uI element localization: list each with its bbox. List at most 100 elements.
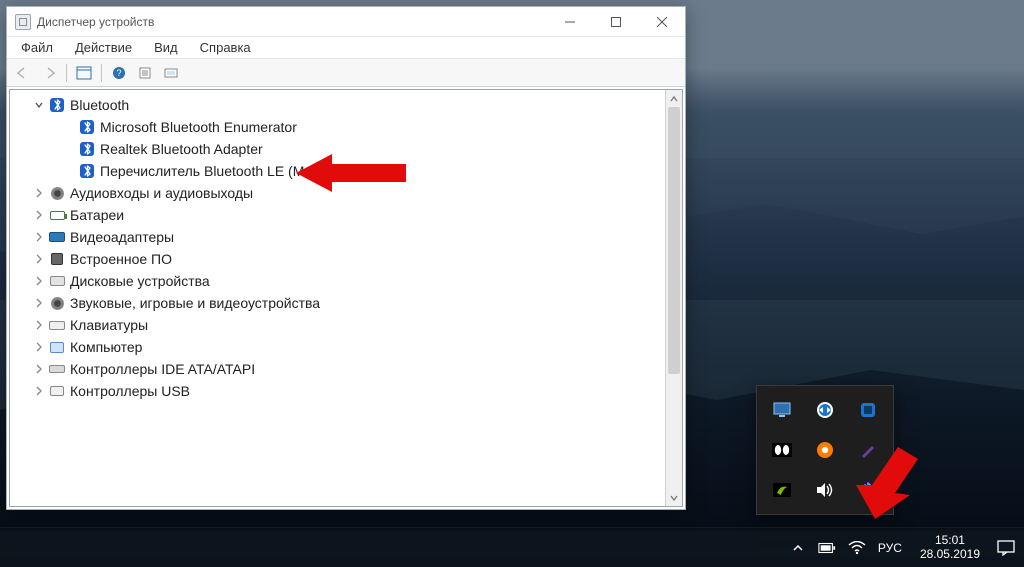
tree-node-batteries[interactable]: Батареи: [12, 204, 665, 226]
menu-file[interactable]: Файл: [17, 39, 57, 56]
toolbar-forward-button[interactable]: [37, 62, 61, 84]
app-icon: [15, 14, 31, 30]
keyboard-icon: [48, 317, 66, 333]
taskbar: РУС 15:01 28.05.2019: [0, 527, 1024, 567]
computer-icon: [48, 339, 66, 355]
chevron-down-icon[interactable]: [32, 98, 46, 112]
battery-status-icon[interactable]: [818, 540, 836, 556]
tree-label: Встроенное ПО: [70, 251, 172, 267]
tree-label: Звуковые, игровые и видеоустройства: [70, 295, 320, 311]
tree-node-disk-drives[interactable]: Дисковые устройства: [12, 270, 665, 292]
tree-label: Realtek Bluetooth Adapter: [100, 141, 263, 157]
tree-label: Аудиовходы и аудиовыходы: [70, 185, 253, 201]
menubar: Файл Действие Вид Справка: [7, 37, 685, 59]
bluetooth-icon: [48, 97, 66, 113]
maximize-button[interactable]: [593, 7, 639, 37]
minimize-button[interactable]: [547, 7, 593, 37]
chevron-right-icon[interactable]: [32, 208, 46, 222]
tree-node-computer[interactable]: Компьютер: [12, 336, 665, 358]
tree-label: Видеоадаптеры: [70, 229, 174, 245]
usb-icon: [48, 383, 66, 399]
tree-node-sound-game-video[interactable]: Звуковые, игровые и видеоустройства: [12, 292, 665, 314]
tree-leaf-realtek-adapter[interactable]: Realtek Bluetooth Adapter: [12, 138, 665, 160]
taskbar-clock[interactable]: 15:01 28.05.2019: [920, 534, 980, 562]
tray-teamviewer-icon[interactable]: [806, 392, 845, 428]
toolbar-help-button[interactable]: ?: [107, 62, 131, 84]
toolbar-show-hidden-button[interactable]: [72, 62, 96, 84]
menu-view[interactable]: Вид: [150, 39, 182, 56]
action-center-icon[interactable]: [996, 539, 1016, 557]
tree-node-audio-io[interactable]: Аудиовходы и аудиовыходы: [12, 182, 665, 204]
speaker-icon: [48, 295, 66, 311]
tree-label: Перечислитель Bluetooth LE (Майкрософт): [100, 163, 379, 179]
tree-leaf-bluetooth-le[interactable]: Перечислитель Bluetooth LE (Майкрософт): [12, 160, 665, 182]
tree-node-bluetooth[interactable]: Bluetooth: [12, 94, 665, 116]
chevron-right-icon[interactable]: [32, 318, 46, 332]
menu-action[interactable]: Действие: [71, 39, 136, 56]
tree-node-usb-controllers[interactable]: Контроллеры USB: [12, 380, 665, 402]
toolbar-divider: [66, 64, 67, 82]
tree-leaf-bluetooth-enumerator[interactable]: Microsoft Bluetooth Enumerator: [12, 116, 665, 138]
tray-monitor-icon[interactable]: [763, 392, 802, 428]
svg-text:?: ?: [116, 68, 121, 78]
tray-pen-icon[interactable]: [848, 432, 887, 468]
titlebar[interactable]: Диспетчер устройств: [7, 7, 685, 37]
tree-label: Microsoft Bluetooth Enumerator: [100, 119, 297, 135]
chevron-right-icon[interactable]: [32, 362, 46, 376]
chevron-right-icon[interactable]: [32, 274, 46, 288]
bluetooth-icon: [78, 163, 96, 179]
device-tree[interactable]: Bluetooth Microsoft Bluetooth Enumerator…: [10, 90, 665, 506]
gpu-icon: [48, 229, 66, 245]
tree-label: Батареи: [70, 207, 124, 223]
chevron-right-icon[interactable]: [32, 186, 46, 200]
toolbar-back-button[interactable]: [11, 62, 35, 84]
wifi-icon[interactable]: [848, 540, 866, 556]
chip-icon: [48, 251, 66, 267]
input-language-indicator[interactable]: РУС: [878, 541, 902, 555]
toolbar: ?: [7, 59, 685, 87]
tree-label: Дисковые устройства: [70, 273, 210, 289]
tray-dolby-icon[interactable]: [763, 432, 802, 468]
tree-node-keyboards[interactable]: Клавиатуры: [12, 314, 665, 336]
tree-label: Контроллеры USB: [70, 383, 190, 399]
device-manager-window: Диспетчер устройств Файл Действие Вид Сп…: [6, 6, 686, 510]
scrollbar-down-arrow-icon[interactable]: [666, 489, 682, 506]
disk-icon: [48, 273, 66, 289]
tray-avast-icon[interactable]: [806, 432, 845, 468]
scrollbar-thumb[interactable]: [668, 107, 680, 374]
tray-bluetooth-icon[interactable]: [848, 472, 887, 508]
tray-nvidia-icon[interactable]: [763, 472, 802, 508]
scrollbar-track[interactable]: [666, 107, 682, 489]
battery-icon: [48, 207, 66, 223]
tree-container: Bluetooth Microsoft Bluetooth Enumerator…: [9, 89, 683, 507]
tree-node-ide-controllers[interactable]: Контроллеры IDE ATA/ATAPI: [12, 358, 665, 380]
tree-label: Контроллеры IDE ATA/ATAPI: [70, 361, 255, 377]
scrollbar-up-arrow-icon[interactable]: [666, 90, 682, 107]
tree-label: Компьютер: [70, 339, 142, 355]
bluetooth-icon: [78, 141, 96, 157]
vertical-scrollbar[interactable]: [665, 90, 682, 506]
tree-label: Bluetooth: [70, 97, 129, 113]
taskbar-time: 15:01: [920, 534, 980, 548]
bluetooth-icon: [78, 119, 96, 135]
toolbar-scan-button[interactable]: [159, 62, 183, 84]
chevron-right-icon[interactable]: [32, 340, 46, 354]
chevron-right-icon[interactable]: [32, 296, 46, 310]
chevron-right-icon[interactable]: [32, 384, 46, 398]
tree-node-display-adapters[interactable]: Видеоадаптеры: [12, 226, 665, 248]
window-title: Диспетчер устройств: [37, 15, 154, 29]
tray-volume-icon[interactable]: [806, 472, 845, 508]
toolbar-properties-button[interactable]: [133, 62, 157, 84]
tree-label: Клавиатуры: [70, 317, 148, 333]
menu-help[interactable]: Справка: [196, 39, 255, 56]
chevron-right-icon[interactable]: [32, 230, 46, 244]
ide-icon: [48, 361, 66, 377]
tray-overflow-popup: [756, 385, 894, 515]
close-button[interactable]: [639, 7, 685, 37]
tray-intel-icon[interactable]: [848, 392, 887, 428]
taskbar-date: 28.05.2019: [920, 548, 980, 562]
tray-overflow-toggle[interactable]: [790, 540, 806, 556]
speaker-icon: [48, 185, 66, 201]
tree-node-firmware[interactable]: Встроенное ПО: [12, 248, 665, 270]
chevron-right-icon[interactable]: [32, 252, 46, 266]
